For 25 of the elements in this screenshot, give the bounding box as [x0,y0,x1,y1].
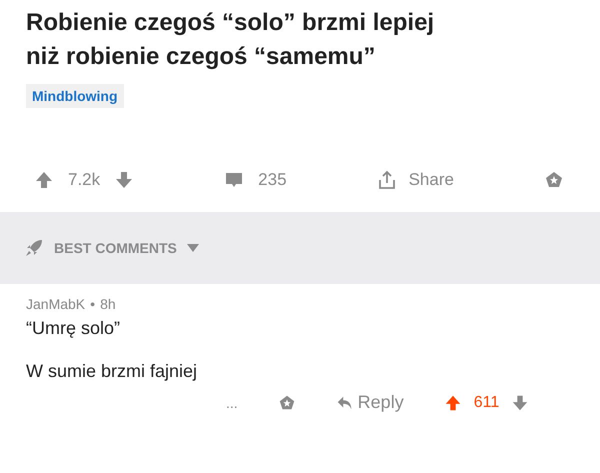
upvote-icon[interactable] [34,170,54,190]
comments-count: 235 [258,170,287,190]
points-count: 7.2k [68,170,100,190]
comment-time: 8h [100,296,116,312]
author-name[interactable]: JanMabK [26,296,86,312]
upvote-icon[interactable] [444,394,462,412]
separator: • [90,296,96,312]
rocket-icon [24,238,44,258]
more-menu[interactable]: ... [226,394,238,410]
share-button[interactable]: Share [376,170,454,190]
section-label: BEST COMMENTS [54,240,177,256]
downvote-icon[interactable] [114,170,134,190]
points-count: 611 [474,394,500,412]
share-icon [376,170,397,190]
star-icon[interactable] [544,170,564,190]
comment-text: “Umrę solo” [26,318,122,339]
comments-header[interactable]: BEST COMMENTS [0,212,600,284]
downvote-icon[interactable] [511,394,530,412]
star-icon[interactable] [278,394,296,412]
reply-button[interactable]: Reply [336,392,404,413]
caret-icon [186,244,199,252]
post-title: niż robienie czegoś “samemu” [26,42,376,72]
comment-text: W sumie brzmi fajniej [26,361,198,382]
tag-link[interactable]: Mindblowing [26,84,124,108]
post-title: Robienie czegoś “solo” brzmi lepiej [26,8,436,38]
